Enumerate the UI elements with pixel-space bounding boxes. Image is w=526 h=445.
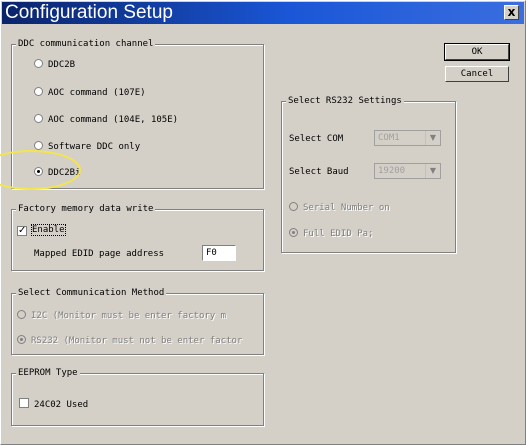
radio-label: AOC command (104E, 105E) [48,115,179,125]
radio-icon [34,87,43,96]
radio-selected-icon [289,228,298,237]
radio-label: Full EDID Pa; [303,229,374,239]
com-select[interactable]: COM1 ▼ [374,130,441,146]
radio-rs232[interactable]: RS232 (Monitor must not be enter factor [17,335,242,347]
comm-method-group: Select Communication Method I2C (Monitor… [11,287,264,355]
baud-label: Select Baud [289,167,349,177]
rs232-settings-group: Select RS232 Settings Select COM COM1 ▼ S… [281,95,456,253]
radio-software-ddc[interactable]: Software DDC only [34,141,140,153]
radio-label: Software DDC only [48,142,141,152]
rs232-settings-legend: Select RS232 Settings [286,95,404,107]
radio-label: I2C (Monitor must be enter factory m [31,311,227,321]
radio-icon [34,114,43,123]
cancel-button[interactable]: Cancel [445,66,509,82]
radio-full-edid[interactable]: Full EDID Pa; [289,228,373,240]
edid-address-input[interactable]: F0 [202,245,236,261]
radio-ddc2bi[interactable]: DDC2Bi [34,167,81,179]
ddc-channel-group: DDC communication channel DDC2B AOC comm… [11,38,264,189]
radio-ddc2b[interactable]: DDC2B [34,59,75,71]
ok-button[interactable]: OK [444,43,510,61]
baud-select[interactable]: 19200 ▼ [374,163,441,179]
radio-aoc-107e[interactable]: AOC command (107E) [34,87,146,99]
checkbox-icon [19,398,29,408]
radio-label: DDC2B [48,60,76,70]
radio-icon [289,202,298,211]
radio-serial-number[interactable]: Serial Number on [289,202,390,214]
ddc-channel-legend: DDC communication channel [16,38,156,50]
baud-value: 19200 [378,166,406,176]
enable-checkbox[interactable]: ✓ Enable [17,224,66,236]
radio-selected-icon [17,335,26,344]
factory-memory-legend: Factory memory data write [16,203,156,215]
dropdown-arrow-icon: ▼ [425,131,440,145]
check-icon: ✓ [17,225,27,236]
com-value: COM1 [378,133,400,143]
factory-memory-group: Factory memory data write ✓ Enable Mapped… [11,203,264,271]
radio-selected-icon [34,167,43,176]
radio-icon [17,310,26,319]
radio-i2c[interactable]: I2C (Monitor must be enter factory m [17,310,226,322]
com-label: Select COM [289,134,344,144]
radio-label: DDC2Bi [48,168,81,178]
edid-address-label: Mapped EDID page address [34,249,165,259]
24c02-checkbox[interactable]: 24C02 Used [19,398,88,411]
enable-label: Enable [31,224,66,236]
comm-method-legend: Select Communication Method [16,287,167,299]
eeprom-group: EEPROM Type 24C02 Used [11,367,264,426]
radio-icon [34,141,43,150]
close-button[interactable]: x [504,5,519,20]
eeprom-legend: EEPROM Type [16,367,80,379]
title-bar: Configuration Setup x [2,2,524,24]
radio-label: Serial Number on [303,203,390,213]
radio-label: AOC command (107E) [48,88,146,98]
close-icon: x [507,5,516,19]
dropdown-arrow-icon: ▼ [425,164,440,178]
window-title: Configuration Setup [5,2,173,23]
radio-aoc-104e-105e[interactable]: AOC command (104E, 105E) [34,114,178,126]
config-dialog: Configuration Setup x DDC communication … [0,0,526,445]
24c02-label: 24C02 Used [34,400,89,410]
radio-icon [34,59,43,68]
radio-label: RS232 (Monitor must not be enter factor [31,336,243,346]
